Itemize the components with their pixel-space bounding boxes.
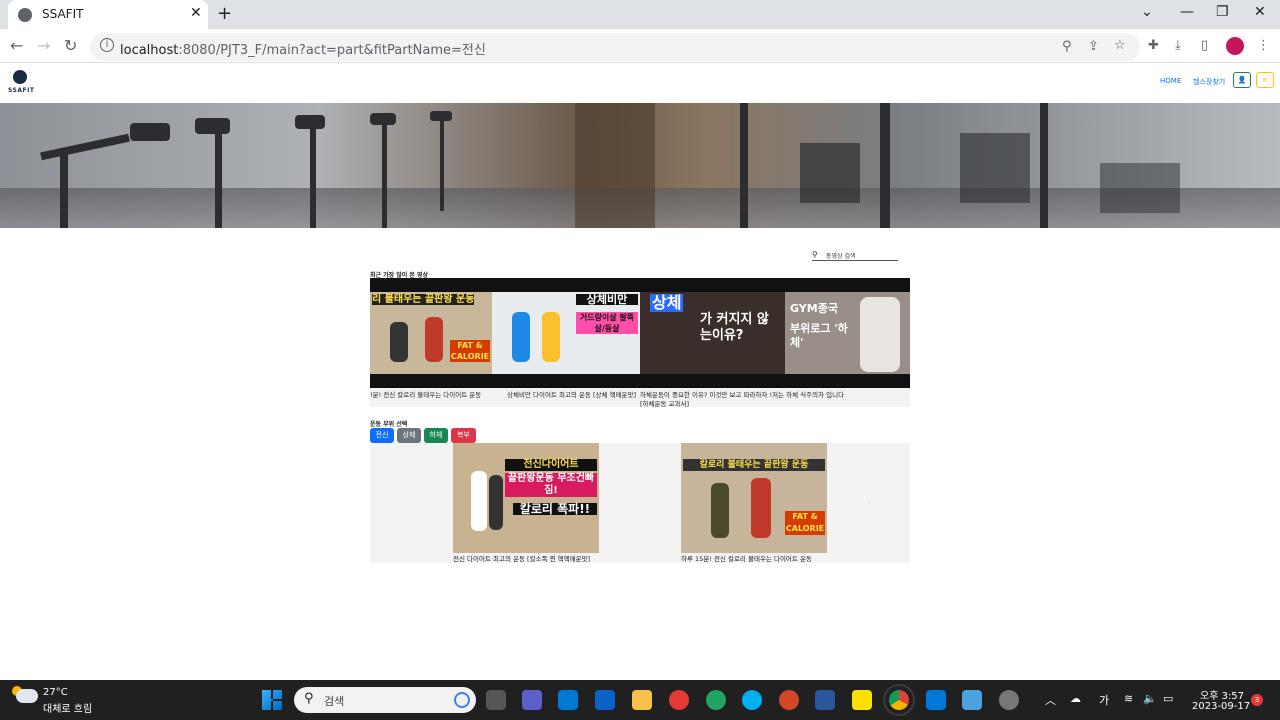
logo-mark-icon bbox=[13, 70, 27, 84]
site-info-icon[interactable]: i bbox=[100, 38, 114, 52]
back-arrow-icon[interactable]: ← bbox=[10, 36, 23, 55]
weather-cloud-icon[interactable] bbox=[16, 689, 38, 703]
url-text[interactable]: localhost:8080/PJT3_F/main?act=part&fitP… bbox=[120, 39, 486, 58]
vscode-icon[interactable] bbox=[926, 690, 946, 710]
chrome-icon[interactable] bbox=[883, 684, 915, 716]
menu-button[interactable]: ≡ bbox=[1256, 72, 1274, 88]
start-windows-icon[interactable] bbox=[262, 690, 282, 710]
share-icon[interactable]: ⇪ bbox=[1088, 39, 1099, 54]
ms-store-icon[interactable] bbox=[558, 690, 578, 710]
onedrive-icon[interactable]: ☁ bbox=[1070, 692, 1081, 705]
recent-caption-4[interactable]: [하체운동 교과서] bbox=[640, 398, 689, 408]
recent-slide-1[interactable]: 리 불태우는 끝판왕 운동 FAT & CALORIE bbox=[370, 292, 492, 374]
window-close-icon[interactable]: ✕ bbox=[1254, 4, 1266, 20]
volume-icon[interactable]: 🔈 bbox=[1143, 692, 1157, 705]
tab-search-chevron-icon[interactable]: ⌄ bbox=[1141, 4, 1153, 20]
video-card-2[interactable]: 칼로리 불태우는 끝판왕 운동 FAT & CALORIE bbox=[681, 443, 827, 553]
clock-time[interactable]: 오후 3:57 bbox=[1200, 687, 1244, 702]
extensions-icon[interactable]: ✚ bbox=[1148, 38, 1159, 53]
notification-badge[interactable]: 3 bbox=[1251, 694, 1263, 706]
browser-toolbar: ← → ↻ i localhost:8080/PJT3_F/main?act=p… bbox=[0, 29, 1280, 63]
recent-captions: !분! 전신 칼로리 불태우는 다이어트 운동 상체비만 다이어트 최고의 운동… bbox=[370, 388, 910, 408]
maximize-icon[interactable]: ❐ bbox=[1216, 4, 1229, 20]
hero-gym-banner bbox=[0, 103, 1280, 228]
powerpoint-icon[interactable] bbox=[779, 690, 799, 710]
ime-indicator[interactable]: 가 bbox=[1099, 692, 1109, 708]
browser-tab[interactable]: SSAFIT ✕ bbox=[8, 0, 208, 29]
recent-slide-4[interactable]: GYM종국 부위로그 '하체' bbox=[785, 292, 910, 374]
logo-text: SSAFIT bbox=[8, 87, 35, 94]
address-bar[interactable]: i localhost:8080/PJT3_F/main?act=part&fi… bbox=[90, 33, 1140, 61]
weather-desc[interactable]: 대체로 흐림 bbox=[43, 700, 92, 715]
part-button-lower-body[interactable]: 하체 bbox=[424, 428, 448, 443]
settings-gear-icon[interactable] bbox=[999, 690, 1019, 710]
recent-slide-3[interactable]: 상체 가 커지지 않는이유? bbox=[640, 292, 785, 374]
video-caption-1[interactable]: 전신 다이어트 최고의 운동 [칼소폭 찐 핵핵매운맛] bbox=[453, 553, 590, 563]
word-icon[interactable] bbox=[815, 690, 835, 710]
nav-find-gym-link[interactable]: 헬스장찾기 bbox=[1193, 77, 1225, 87]
profile-avatar[interactable] bbox=[1226, 37, 1244, 55]
recent-slide-2[interactable]: 상체비만 거드랑이살 팔뚝살/등살 bbox=[492, 292, 640, 374]
forward-arrow-icon[interactable]: → bbox=[37, 36, 50, 55]
task-view-icon[interactable] bbox=[486, 690, 506, 710]
carousel-next-icon[interactable]: › bbox=[867, 497, 871, 508]
bing-icon[interactable] bbox=[454, 692, 470, 708]
bookmark-star-icon[interactable]: ☆ bbox=[1114, 38, 1126, 53]
tab-close-icon[interactable]: ✕ bbox=[190, 5, 202, 21]
user-button[interactable]: 👤 bbox=[1233, 72, 1251, 88]
wifi-icon[interactable]: ≋ bbox=[1124, 692, 1133, 705]
minimize-icon[interactable]: — bbox=[1180, 4, 1194, 20]
browser-tabstrip: SSAFIT ✕ + ⌄ — ❐ ✕ bbox=[0, 0, 1280, 29]
site-logo[interactable]: SSAFIT bbox=[8, 69, 34, 95]
search-icon: ⚲ bbox=[304, 691, 314, 706]
video-card-1[interactable]: 전신다이어트 끝판왕운동 무조건빠짐! 칼로리 폭파!! bbox=[453, 443, 599, 553]
teams-chat-icon[interactable] bbox=[522, 690, 542, 710]
search-input[interactable]: 동영상 검색 bbox=[826, 251, 856, 260]
part-select-label: 운동 부위 선택 bbox=[370, 421, 408, 428]
video-search-box[interactable]: ⚲ 동영상 검색 bbox=[812, 250, 898, 261]
site-header: SSAFIT HOME 헬스장찾기 👤 ≡ bbox=[0, 64, 1280, 100]
notepad-icon[interactable] bbox=[962, 690, 982, 710]
download-icon[interactable]: ⤓ bbox=[1175, 38, 1181, 53]
tray-overflow-icon[interactable]: ︿ bbox=[1045, 692, 1056, 708]
zoom-icon[interactable]: ⚲ bbox=[1062, 39, 1072, 54]
globe-icon bbox=[18, 8, 32, 22]
skype-icon[interactable] bbox=[742, 690, 762, 710]
taskbar-search-input[interactable]: 검색 bbox=[324, 693, 344, 709]
recent-caption-1[interactable]: !분! 전신 칼로리 불태우는 다이어트 운동 bbox=[370, 389, 481, 399]
video-caption-2[interactable]: 하루 15분! 전신 칼로리 불태우는 다이어트 운동 bbox=[681, 553, 812, 563]
chrome-menu-icon[interactable]: ⋮ bbox=[1257, 38, 1270, 53]
new-tab-icon[interactable]: + bbox=[217, 3, 232, 24]
windows-taskbar: 27°C 대체로 흐림 ⚲ 검색 ︿ ☁ 가 ≋ 🔈 ▭ 오후 3:57 202… bbox=[0, 680, 1280, 720]
recent-caption-2[interactable]: 상체비만 다이어트 최고의 운동 [상체 핵매운맛] bbox=[507, 389, 636, 399]
sticky-notes-icon[interactable] bbox=[852, 690, 872, 710]
taskbar-search[interactable]: ⚲ 검색 bbox=[294, 687, 476, 713]
mail-icon[interactable] bbox=[595, 690, 615, 710]
side-panel-icon[interactable]: ▯ bbox=[1201, 38, 1208, 53]
weather-temp[interactable]: 27°C bbox=[43, 687, 68, 698]
recent-videos-carousel[interactable]: 리 불태우는 끝판왕 운동 FAT & CALORIE 상체비만 거드랑이살 팔… bbox=[370, 278, 910, 388]
nav-home-link[interactable]: HOME bbox=[1160, 77, 1181, 85]
reload-icon[interactable]: ↻ bbox=[64, 36, 77, 55]
clock-date[interactable]: 2023-09-17 bbox=[1192, 701, 1250, 712]
tab-title: SSAFIT bbox=[42, 7, 84, 21]
part-button-upper-body[interactable]: 상체 bbox=[397, 428, 421, 443]
app-refresh-icon[interactable] bbox=[669, 690, 689, 710]
file-explorer-icon[interactable] bbox=[632, 690, 652, 710]
part-button-abs[interactable]: 복부 bbox=[451, 428, 476, 443]
video-grid: 전신다이어트 끝판왕운동 무조건빠짐! 칼로리 폭파!! 칼로리 불태우는 끝판… bbox=[370, 443, 910, 563]
part-button-whole-body[interactable]: 전신 bbox=[370, 428, 394, 443]
edge-icon[interactable] bbox=[706, 690, 726, 710]
search-icon: ⚲ bbox=[812, 250, 818, 259]
battery-icon[interactable]: ▭ bbox=[1163, 692, 1173, 705]
